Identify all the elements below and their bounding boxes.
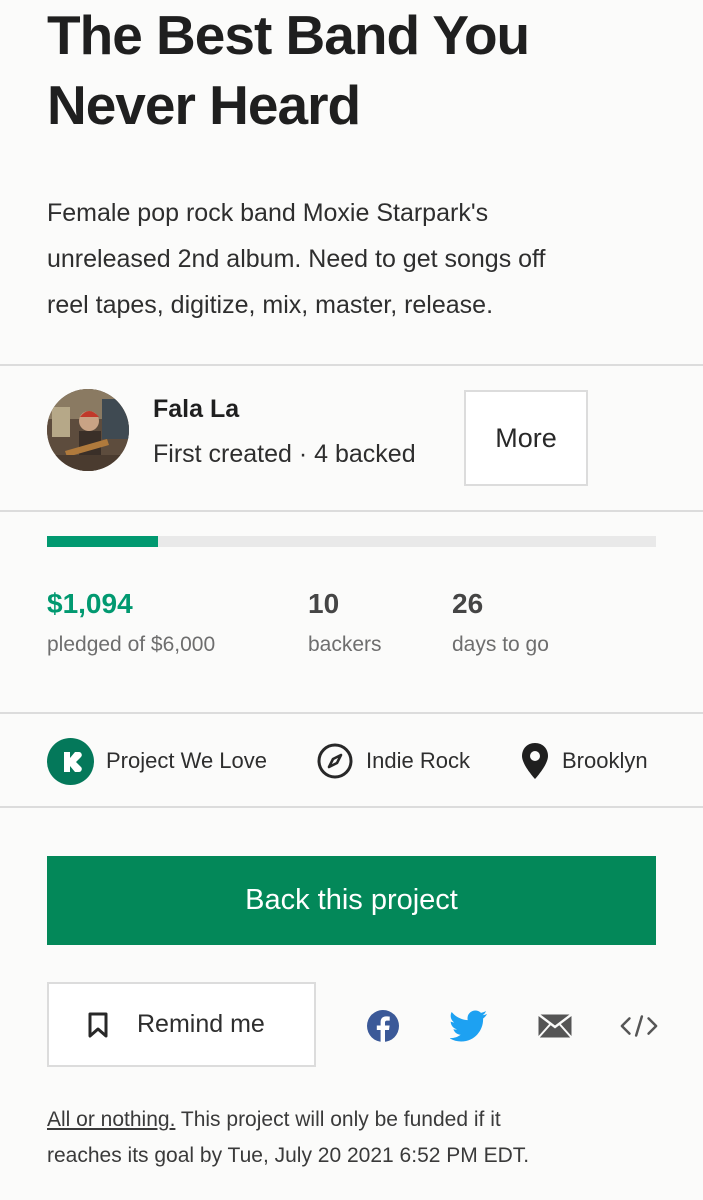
terms-text-2: reaches its goal by Tue, July 20 2021 6:…: [47, 1144, 530, 1167]
divider: [0, 510, 703, 512]
title-line-1: The Best Band You: [47, 4, 530, 66]
embed-icon[interactable]: [619, 1006, 659, 1046]
days-count: 26: [452, 588, 484, 619]
tag-project-we-love[interactable]: Project We Love: [47, 737, 267, 785]
remind-me-label: Remind me: [137, 1010, 265, 1038]
terms-text-1: This project will only be funded if it: [175, 1108, 501, 1131]
location-pin-icon: [520, 741, 550, 781]
back-this-project-button[interactable]: Back this project: [47, 856, 656, 945]
tag-indie-rock[interactable]: Indie Rock: [316, 737, 470, 785]
avatar[interactable]: [47, 389, 129, 471]
more-button[interactable]: More: [464, 390, 588, 486]
project-title: The Best Band You Never Heard: [47, 0, 667, 140]
blurb-line-1: Female pop rock band Moxie Starpark's: [47, 199, 489, 227]
blurb-line-2: unreleased 2nd album. Need to get songs …: [47, 245, 546, 273]
tag-label: Brooklyn: [562, 748, 648, 773]
pledged-label: pledged of $6,000: [47, 633, 216, 656]
funding-progress-fill: [47, 536, 158, 547]
tag-brooklyn[interactable]: Brooklyn: [520, 737, 648, 785]
email-icon[interactable]: [535, 1006, 575, 1046]
divider: [0, 364, 703, 366]
project-blurb: Female pop rock band Moxie Starpark's un…: [47, 190, 647, 328]
creator-meta: First created · 4 backed: [153, 440, 416, 468]
days-label: days to go: [452, 633, 549, 656]
project-page: The Best Band You Never Heard Female pop…: [0, 0, 703, 1200]
pledged-amount: $1,094: [47, 588, 133, 619]
funding-terms: All or nothing. This project will only b…: [47, 1102, 647, 1174]
backers-label: backers: [308, 633, 382, 656]
kickstarter-badge-icon: [47, 737, 94, 785]
blurb-line-3: reel tapes, digitize, mix, master, relea…: [47, 291, 494, 319]
title-line-2: Never Heard: [47, 74, 361, 136]
bookmark-icon: [87, 1011, 109, 1039]
divider: [0, 712, 703, 714]
tag-label: Project We Love: [106, 748, 268, 773]
divider: [0, 806, 703, 808]
all-or-nothing-link[interactable]: All or nothing.: [47, 1108, 175, 1131]
facebook-icon[interactable]: [363, 1006, 403, 1046]
creator-name[interactable]: Fala La: [153, 395, 239, 424]
twitter-icon[interactable]: [449, 1006, 489, 1046]
compass-icon: [316, 742, 354, 780]
funding-progress-bar: [47, 536, 656, 547]
backers-count: 10: [308, 588, 340, 619]
tag-label: Indie Rock: [366, 748, 470, 773]
remind-me-button[interactable]: Remind me: [47, 982, 316, 1067]
